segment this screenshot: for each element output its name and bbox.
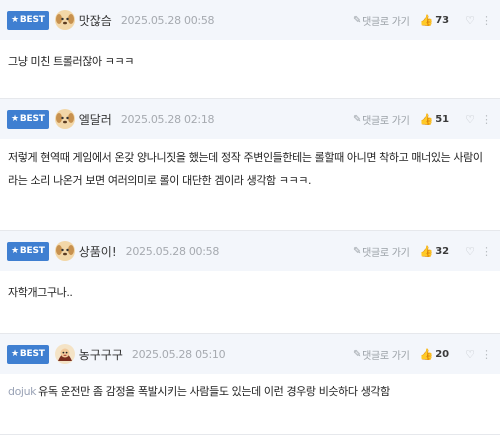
more-icon[interactable]: ⋮ [481,245,492,258]
like-count[interactable]: 👍 51 [420,113,450,126]
avatar[interactable] [54,240,76,262]
goto-reply-button[interactable]: ✎ 댓글로 가기 [353,244,410,259]
pencil-icon: ✎ [353,245,362,257]
like-outline-icon[interactable]: ♡ [465,113,475,126]
comment-item: ★ BEST 엘달러 2025.05.28 02:18 ✎ 댓글로 가기 👍 51 ♡… [0,99,500,231]
comment-nickname[interactable]: 농구구구 [79,346,123,363]
goto-reply-button[interactable]: ✎ 댓글로 가기 [353,13,410,28]
comment-nickname[interactable]: 맛잖슴 [79,12,112,29]
comment-header: ★ BEST 맛잖슴 2025.05.28 00:58 ✎ 댓글로 가기 👍 73 ♡… [0,0,500,40]
like-count[interactable]: 👍 20 [420,348,450,361]
comment-item: ★ BEST 상품이! 2025.05.28 00:58 ✎ 댓글로 가기 👍 32 … [0,231,500,334]
comment-header: ★ BEST 농구구구 2025.05.28 05:10 ✎ 댓글로 가기 👍 20 … [0,334,500,374]
avatar[interactable] [54,108,76,130]
best-badge: ★ BEST [7,109,49,129]
comment-text: 그냥 미친 트롤러잖아 ㅋㅋㅋ [8,55,134,68]
goto-reply-button[interactable]: ✎ 댓글로 가기 [353,347,410,362]
thumbs-up-icon: 👍 [419,244,434,258]
avatar[interactable] [54,9,76,31]
pencil-icon: ✎ [353,113,362,125]
thumbs-up-icon: 👍 [419,347,434,361]
more-icon[interactable]: ⋮ [481,14,492,27]
comment-list: ★ BEST 맛잖슴 2025.05.28 00:58 ✎ 댓글로 가기 👍 73 ♡… [0,0,500,435]
comment-date: 2025.05.28 05:10 [131,347,226,361]
comment-date: 2025.05.28 02:18 [120,112,215,126]
comment-nickname[interactable]: 엘달러 [79,111,112,128]
pencil-icon: ✎ [353,348,362,360]
like-count[interactable]: 👍 32 [420,245,450,258]
more-icon[interactable]: ⋮ [481,348,492,361]
avatar[interactable] [54,343,76,365]
comment-nickname[interactable]: 상품이! [79,243,117,260]
comment-date: 2025.05.28 00:58 [120,13,215,27]
like-outline-icon[interactable]: ♡ [465,14,475,27]
comment-text: 자학개그구나.. [8,286,73,299]
pencil-icon: ✎ [353,14,362,26]
star-icon: ★ [11,246,19,256]
like-count[interactable]: 👍 73 [420,14,450,27]
comment-item: ★ BEST 맛잖슴 2025.05.28 00:58 ✎ 댓글로 가기 👍 73 ♡… [0,0,500,99]
comment-text: 저렇게 현역때 게임에서 온갖 양나니짓을 했는데 정작 주변인들한테는 롤할때… [8,151,483,187]
comment-prefix: dojuk [8,385,37,398]
star-icon: ★ [11,114,19,124]
comment-header: ★ BEST 엘달러 2025.05.28 02:18 ✎ 댓글로 가기 👍 51 ♡… [0,99,500,139]
best-badge: ★ BEST [7,10,49,30]
star-icon: ★ [11,15,19,25]
comment-date: 2025.05.28 00:58 [125,244,220,258]
star-icon: ★ [11,349,19,359]
thumbs-up-icon: 👍 [419,13,434,27]
like-outline-icon[interactable]: ♡ [465,348,475,361]
best-badge: ★ BEST [7,344,49,364]
thumbs-up-icon: 👍 [419,112,434,126]
like-outline-icon[interactable]: ♡ [465,245,475,258]
comment-item: ★ BEST 농구구구 2025.05.28 05:10 ✎ 댓글로 가기 👍 20 … [0,334,500,435]
more-icon[interactable]: ⋮ [481,113,492,126]
comment-header: ★ BEST 상품이! 2025.05.28 00:58 ✎ 댓글로 가기 👍 32 … [0,231,500,271]
comment-text: dojuk 유독 운전만 좀 감정을 폭발시키는 사람들도 있는데 이런 경우랑 … [8,385,390,398]
best-badge: ★ BEST [7,241,49,261]
goto-reply-button[interactable]: ✎ 댓글로 가기 [353,112,410,127]
